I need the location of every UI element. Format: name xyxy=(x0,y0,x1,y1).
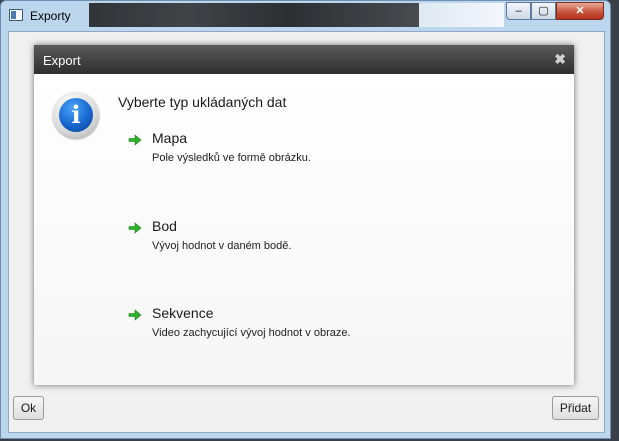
dialog-body: i Vyberte typ ukládaných dat Mapa Pole v… xyxy=(34,74,574,385)
maximize-button[interactable]: ▢ xyxy=(531,2,556,20)
dialog-close-icon[interactable]: ✖ xyxy=(554,51,566,68)
dialog-title: Export xyxy=(43,53,81,68)
arrow-right-icon xyxy=(128,308,142,322)
app-window-icon xyxy=(9,9,23,21)
background-content-strip-light xyxy=(419,3,504,27)
option-label: Bod xyxy=(152,218,177,234)
minimize-button[interactable]: – xyxy=(506,2,531,20)
option-description: Pole výsledků ve formě obrázku. xyxy=(152,152,311,164)
window-title: Exporty xyxy=(30,9,71,23)
option-description: Video zachycující vývoj hodnot v obraze. xyxy=(152,327,351,339)
add-button[interactable]: Přidat xyxy=(552,396,599,420)
info-icon: i xyxy=(53,92,99,138)
close-window-button[interactable]: ✕ xyxy=(556,2,604,20)
arrow-right-icon xyxy=(128,133,142,147)
export-dialog: Export ✖ i Vyberte typ ukládaných dat Ma… xyxy=(34,45,574,385)
option-description: Vývoj hodnot v daném bodě. xyxy=(152,240,292,252)
background-content-strip xyxy=(89,3,419,27)
dialog-header: Export ✖ xyxy=(34,45,574,74)
ok-button[interactable]: Ok xyxy=(13,396,44,420)
option-label: Mapa xyxy=(152,130,188,146)
dialog-heading: Vyberte typ ukládaných dat xyxy=(118,94,287,110)
window-titlebar[interactable]: Exporty – ▢ ✕ xyxy=(1,1,610,31)
arrow-right-icon xyxy=(128,221,142,235)
option-label: Sekvence xyxy=(152,305,214,321)
